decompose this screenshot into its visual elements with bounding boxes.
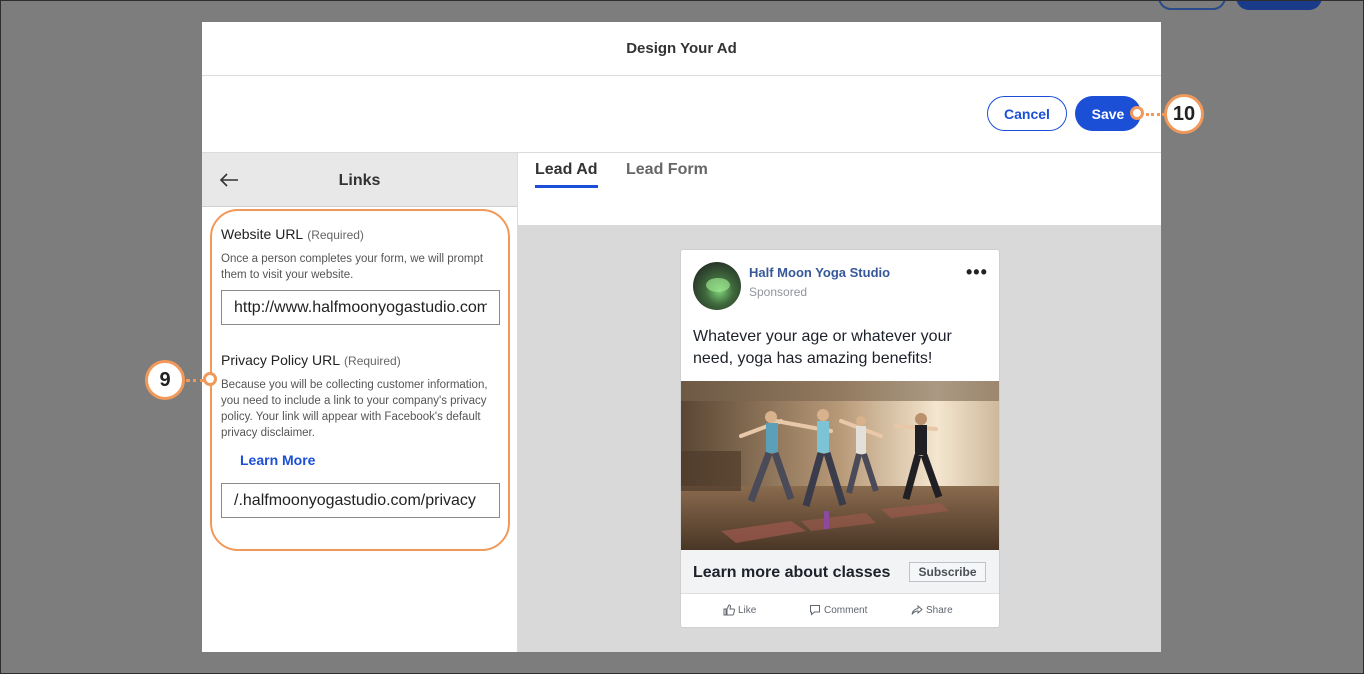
background-primary-button xyxy=(1236,0,1322,10)
privacy-url-required: (Required) xyxy=(344,354,401,368)
website-url-label-text: Website URL xyxy=(221,226,304,242)
privacy-url-input[interactable] xyxy=(221,483,500,518)
modal-header: Design Your Ad xyxy=(202,22,1161,76)
comment-icon xyxy=(810,605,820,616)
comment-action[interactable]: Comment xyxy=(809,604,867,616)
modal-title: Design Your Ad xyxy=(626,40,737,57)
more-options-icon[interactable]: ••• xyxy=(966,262,988,283)
background-outline-button xyxy=(1158,0,1226,10)
active-tab-indicator xyxy=(535,185,598,188)
post-actions: Like Comment Share xyxy=(681,594,999,627)
step-10-callout: 10 xyxy=(1164,94,1204,134)
thumbs-up-icon xyxy=(723,604,735,616)
privacy-url-label-text: Privacy Policy URL xyxy=(221,352,341,368)
cancel-button[interactable]: Cancel xyxy=(987,96,1067,131)
links-panel: Links Website URL (Required) Once a perso… xyxy=(202,153,518,652)
links-panel-header: Links xyxy=(202,153,517,207)
yoga-class-image xyxy=(681,381,999,550)
comment-label: Comment xyxy=(824,604,868,616)
design-ad-modal: Design Your Ad Cancel Save Links Website… xyxy=(202,22,1161,652)
cta-bar: Learn more about classes Subscribe xyxy=(681,550,999,594)
like-action[interactable]: Like xyxy=(723,604,756,616)
sponsored-label: Sponsored xyxy=(749,285,808,299)
tab-lead-ad[interactable]: Lead Ad xyxy=(535,161,598,179)
step-9-connector xyxy=(186,379,204,382)
page-avatar xyxy=(693,262,741,310)
ad-preview-area: Half Moon Yoga Studio Sponsored ••• What… xyxy=(518,225,1161,652)
step-9-pointer xyxy=(203,372,217,386)
privacy-url-help: Because you will be collecting customer … xyxy=(221,379,488,439)
tab-lead-form[interactable]: Lead Form xyxy=(626,161,708,179)
cta-headline: Learn more about classes xyxy=(693,564,891,581)
page-name[interactable]: Half Moon Yoga Studio xyxy=(749,265,890,280)
subscribe-button[interactable]: Subscribe xyxy=(909,562,986,582)
step-9-callout: 9 xyxy=(145,360,185,400)
learn-more-link[interactable]: Learn More xyxy=(240,452,315,468)
website-url-input[interactable] xyxy=(221,290,500,325)
step-10-connector xyxy=(1146,113,1165,116)
modal-action-bar: Cancel Save xyxy=(202,76,1161,153)
website-url-required: (Required) xyxy=(307,228,364,242)
share-action[interactable]: Share xyxy=(911,604,953,616)
like-label: Like xyxy=(738,604,757,616)
preview-panel: Lead Ad Lead Form Half Moon Yoga Studio … xyxy=(518,153,1161,652)
share-icon xyxy=(911,604,923,615)
privacy-url-label: Privacy Policy URL (Required) xyxy=(221,352,401,368)
ad-body-text: Whatever your age or whatever your need,… xyxy=(693,328,952,367)
website-url-label: Website URL (Required) xyxy=(221,226,364,242)
tabs-bar: Lead Ad Lead Form xyxy=(518,153,1161,225)
links-panel-title: Links xyxy=(338,172,381,189)
facebook-ad-card: Half Moon Yoga Studio Sponsored ••• What… xyxy=(680,249,1000,628)
share-label: Share xyxy=(926,604,953,616)
step-10-pointer xyxy=(1130,106,1144,120)
website-url-help: Once a person completes your form, we wi… xyxy=(221,253,484,281)
